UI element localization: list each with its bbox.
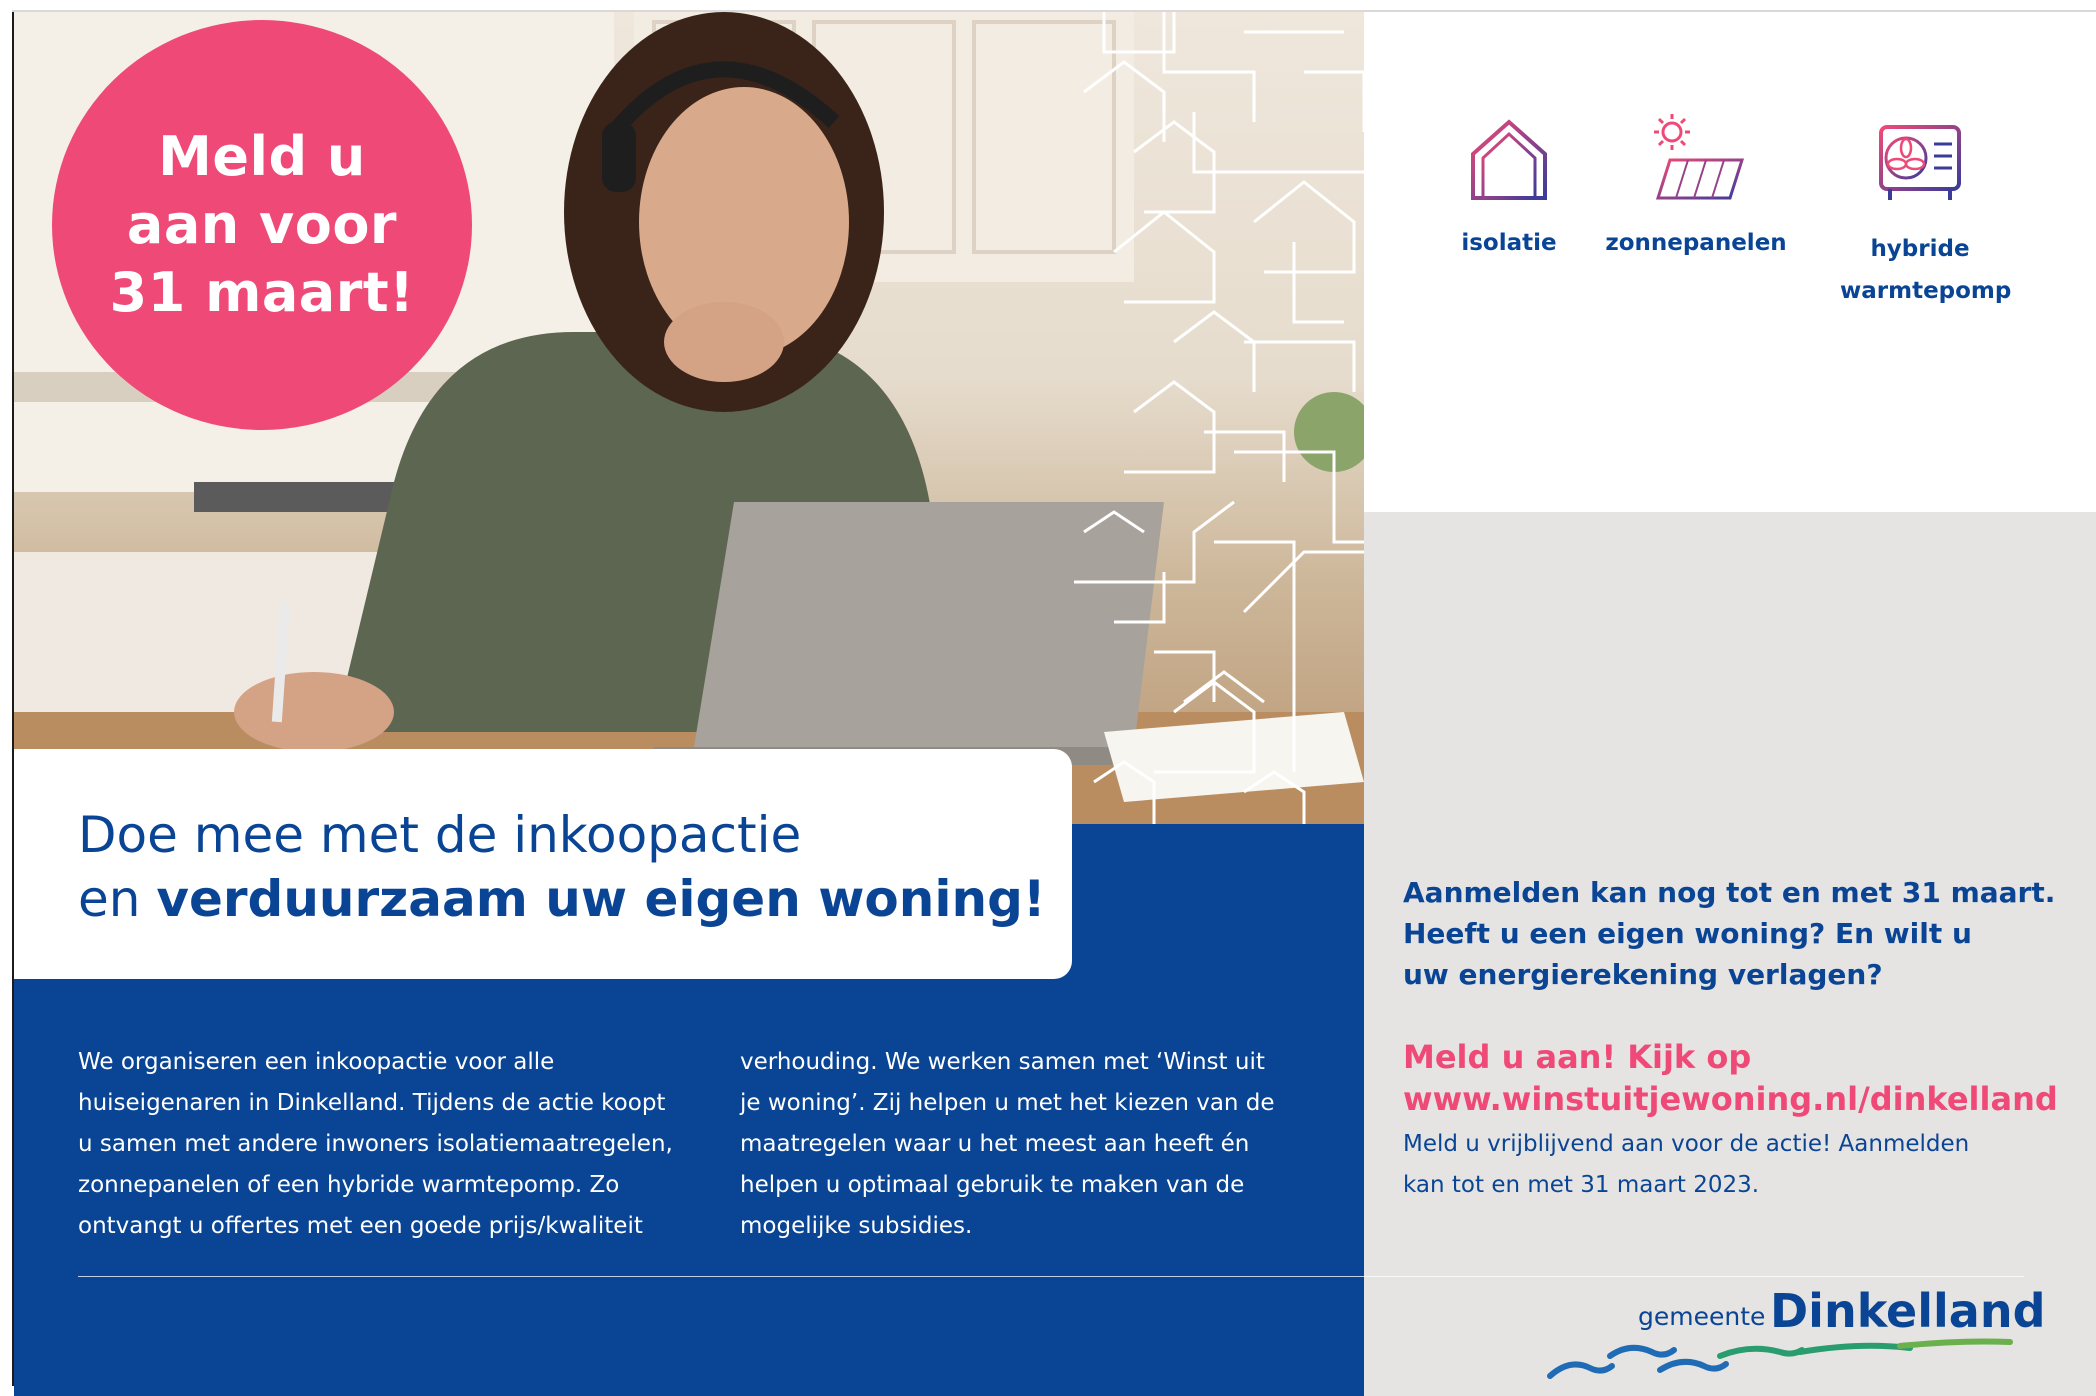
logo-prefix: gemeente (1638, 1302, 1766, 1331)
body-line: verhouding. We werken samen met ‘Winst u… (740, 1049, 1265, 1075)
dinkelland-logo: gemeente Dinkelland (1540, 1278, 2046, 1388)
body-line: We organiseren een inkoopactie voor alle (78, 1049, 555, 1075)
measure-label: isolatie (1461, 230, 1557, 256)
body-line: maatregelen waar u het meest aan heeft é… (740, 1131, 1250, 1157)
measure-warmtepomp: hybride warmtepomp (1840, 124, 2012, 312)
house-insulation-icon (1471, 119, 1547, 200)
body-line: zonnepanelen of een hybride warmtepomp. … (78, 1172, 620, 1198)
divider (78, 1276, 2024, 1277)
heat-pump-icon (1879, 125, 1961, 200)
advertisement-page: Meld u aan voor 31 maart! isolatie zonne… (0, 0, 2096, 1396)
cta-call-line: Meld u aan! Kijk op (1403, 1038, 1752, 1076)
body-column-2: verhouding. We werken samen met ‘Winst u… (740, 1042, 1330, 1247)
cta-note: Meld u vrijblijvend aan voor de actie! A… (1403, 1124, 2003, 1206)
cta-question-line: Heeft u een eigen woning? En wilt u (1403, 917, 1972, 950)
badge-line: Meld u (158, 125, 366, 188)
headline-line: en verduurzaam uw eigen woning! (78, 867, 1046, 931)
cta-question-line: Aanmelden kan nog tot en met 31 maart. (1403, 876, 2056, 909)
cta-call: Meld u aan! Kijk op www.winstuitjewoning… (1403, 1036, 2093, 1120)
measure-label-line: hybride (1870, 236, 1970, 262)
measures-icons-panel: isolatie zonnepanelen hybride warmtepomp (1364, 12, 2096, 512)
measure-label: zonnepanelen (1605, 230, 1787, 256)
logo-name: Dinkelland (1770, 1284, 2046, 1338)
cta-question-line: uw energierekening verlagen? (1403, 958, 1883, 991)
measure-zonnepanelen: zonnepanelen (1596, 114, 1796, 264)
body-column-1: We organiseren een inkoopactie voor alle… (78, 1042, 698, 1247)
cta-question: Aanmelden kan nog tot en met 31 maart. H… (1403, 872, 2063, 995)
cta-note-line: Meld u vrijblijvend aan voor de actie! A… (1403, 1131, 1970, 1157)
badge-line: aan voor (126, 193, 398, 256)
headline-line: Doe mee met de inkoopactie (78, 806, 802, 864)
body-line: ontvangt u offertes met een goede prijs/… (78, 1213, 643, 1239)
cta-url-link[interactable]: www.winstuitjewoning.nl/dinkelland (1403, 1078, 2093, 1120)
badge-line: 31 maart! (109, 261, 415, 324)
logo-waves-icon (1547, 1338, 2013, 1379)
body-line: mogelijke subsidies. (740, 1213, 973, 1239)
measure-label-line: warmtepomp (1840, 278, 2012, 304)
body-line: u samen met andere inwoners isolatiemaat… (78, 1131, 673, 1157)
solar-panel-icon (1654, 114, 1745, 200)
body-line: je woning’. Zij helpen u met het kiezen … (740, 1090, 1275, 1116)
headline-prefix: en (78, 870, 157, 928)
headline: Doe mee met de inkoopactie en verduurzaa… (78, 803, 1046, 931)
headline-card: Doe mee met de inkoopactie en verduurzaa… (14, 749, 1072, 979)
deadline-badge: Meld u aan voor 31 maart! (52, 20, 472, 430)
cta-note-line: kan tot en met 31 maart 2023. (1403, 1172, 1760, 1198)
body-line: huiseigenaren in Dinkelland. Tijdens de … (78, 1090, 666, 1116)
measure-isolatie: isolatie (1434, 114, 1584, 264)
measure-label: hybride warmtepomp (1840, 228, 2012, 312)
body-line: helpen u optimaal gebruik te maken van d… (740, 1172, 1245, 1198)
headline-emphasis: verduurzaam uw eigen woning! (156, 870, 1046, 928)
